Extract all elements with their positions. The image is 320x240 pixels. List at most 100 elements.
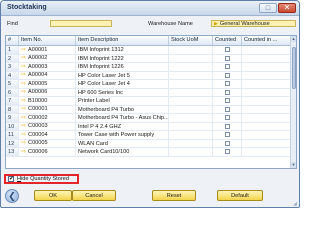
counted-cell bbox=[213, 63, 242, 71]
link-arrow-icon[interactable]: ⇨ bbox=[21, 97, 26, 105]
counted-checkbox[interactable] bbox=[224, 89, 230, 95]
link-arrow-icon[interactable]: ⇨ bbox=[21, 106, 26, 114]
ok-button[interactable]: OK bbox=[34, 190, 72, 201]
counted-checkbox[interactable] bbox=[224, 47, 230, 53]
row-number: 1 bbox=[6, 46, 19, 54]
stock-uom-cell[interactable] bbox=[169, 97, 213, 105]
counted-checkbox[interactable] bbox=[224, 81, 230, 87]
table-row[interactable]: 6 ⇨ A00006 HP 600 Series Inc bbox=[6, 88, 291, 97]
counted-in-cell[interactable] bbox=[242, 88, 291, 96]
table-row[interactable]: 10 ⇨ C00003 Intel P 4 2.4 GHZ bbox=[6, 122, 291, 131]
counted-checkbox[interactable] bbox=[224, 149, 230, 155]
stock-uom-cell[interactable] bbox=[169, 139, 213, 147]
table-row[interactable]: 13 ⇨ C00006 Network Card10/100 bbox=[6, 148, 291, 157]
item-description-cell: Network Card10/100 bbox=[76, 148, 169, 156]
close-button[interactable]: ✕ bbox=[278, 3, 296, 13]
link-arrow-icon[interactable]: ⇨ bbox=[21, 131, 26, 139]
counted-in-cell[interactable] bbox=[242, 148, 291, 156]
link-arrow-icon[interactable]: ⇨ bbox=[21, 63, 26, 71]
stock-uom-cell[interactable] bbox=[169, 80, 213, 88]
table-row[interactable]: 12 ⇨ C00005 WLAN Card bbox=[6, 139, 291, 148]
column-header-number[interactable]: # bbox=[6, 36, 19, 45]
stock-uom-cell[interactable] bbox=[169, 131, 213, 139]
column-header-stock-uom[interactable]: Stock UoM bbox=[169, 36, 213, 45]
stock-uom-cell[interactable] bbox=[169, 63, 213, 71]
stock-uom-cell[interactable] bbox=[169, 114, 213, 122]
table-row[interactable]: 7 ⇨ B10000 Printer Label bbox=[6, 97, 291, 106]
stock-uom-cell[interactable] bbox=[169, 105, 213, 113]
row-number: 4 bbox=[6, 71, 19, 79]
maximize-button[interactable]: □ bbox=[259, 3, 277, 13]
column-header-item-description[interactable]: Item Description bbox=[76, 36, 169, 45]
row-number: 5 bbox=[6, 80, 19, 88]
scrollbar-thumb[interactable] bbox=[291, 47, 296, 89]
checkbox-check-icon[interactable]: ✔ bbox=[8, 176, 14, 182]
table-row[interactable]: 3 ⇨ A00003 IBM Infoprint 1226 bbox=[6, 63, 291, 72]
column-header-item-no[interactable]: Item No. bbox=[19, 36, 76, 45]
link-arrow-icon[interactable]: ⇨ bbox=[21, 89, 26, 97]
counted-in-cell[interactable] bbox=[242, 97, 291, 105]
reset-button[interactable]: Reset bbox=[152, 190, 196, 201]
cancel-button[interactable]: Cancel bbox=[72, 190, 116, 201]
table-row[interactable]: 1 ⇨ A00001 IBM Infoprint 1312 bbox=[6, 46, 291, 55]
find-label: Find bbox=[7, 21, 18, 27]
counted-checkbox[interactable] bbox=[224, 55, 230, 61]
table-row[interactable]: 5 ⇨ A00005 HP Color Laser Jet 4 bbox=[6, 80, 291, 89]
link-arrow-icon[interactable]: ⇨ bbox=[21, 55, 26, 63]
counted-cell bbox=[213, 105, 242, 113]
counted-in-cell[interactable] bbox=[242, 71, 291, 79]
item-no-value: A00004 bbox=[28, 72, 48, 79]
stock-uom-cell[interactable] bbox=[169, 46, 213, 54]
counted-checkbox[interactable] bbox=[224, 106, 230, 112]
link-arrow-icon[interactable]: ⇨ bbox=[21, 148, 26, 156]
link-arrow-icon[interactable]: ⇨ bbox=[21, 72, 26, 80]
counted-in-cell[interactable] bbox=[242, 122, 291, 130]
counted-cell bbox=[213, 114, 242, 122]
counted-checkbox[interactable] bbox=[224, 72, 230, 78]
stock-uom-cell[interactable] bbox=[169, 148, 213, 156]
counted-in-cell[interactable] bbox=[242, 131, 291, 139]
counted-in-cell[interactable] bbox=[242, 46, 291, 54]
row-number: 9 bbox=[6, 114, 19, 122]
counted-checkbox[interactable] bbox=[224, 132, 230, 138]
link-arrow-icon[interactable]: ⇨ bbox=[21, 123, 26, 131]
column-header-counted[interactable]: Counted bbox=[213, 36, 242, 45]
counted-checkbox[interactable] bbox=[224, 140, 230, 146]
vertical-scrollbar[interactable]: ▲ ▼ bbox=[290, 36, 296, 168]
table-row[interactable]: 11 ⇨ C00004 Tower Case with Power supply bbox=[6, 131, 291, 140]
link-arrow-icon[interactable]: ⇨ bbox=[21, 46, 26, 54]
item-no-cell: ⇨ C00005 bbox=[19, 139, 76, 148]
table-row[interactable]: 8 ⇨ C00001 Motherboard P4 Turbo bbox=[6, 105, 291, 114]
stock-uom-cell[interactable] bbox=[169, 54, 213, 62]
link-arrow-icon[interactable]: ⇨ bbox=[21, 114, 26, 122]
counted-in-cell[interactable] bbox=[242, 105, 291, 113]
counted-checkbox[interactable] bbox=[224, 123, 230, 129]
counted-in-cell[interactable] bbox=[242, 114, 291, 122]
find-input[interactable] bbox=[50, 20, 112, 27]
item-description-cell: HP Color Laser Jet 4 bbox=[76, 80, 169, 88]
table-row[interactable]: 2 ⇨ A00002 IBM Infoprint 1222 bbox=[6, 54, 291, 63]
counted-checkbox[interactable] bbox=[224, 98, 230, 104]
back-arrow-icon[interactable]: ❮ bbox=[5, 189, 19, 203]
counted-in-cell[interactable] bbox=[242, 54, 291, 62]
counted-in-cell[interactable] bbox=[242, 139, 291, 147]
hide-quantity-stored-checkbox[interactable]: ✔ Hide Quantity Stored bbox=[4, 174, 79, 184]
counted-in-cell[interactable] bbox=[242, 80, 291, 88]
default-button[interactable]: Default bbox=[217, 190, 263, 201]
stock-uom-cell[interactable] bbox=[169, 71, 213, 79]
warehouse-link-icon[interactable]: ▶ bbox=[214, 21, 218, 27]
resize-grip-icon[interactable]: ◢ bbox=[293, 201, 297, 207]
counted-in-cell[interactable] bbox=[242, 63, 291, 71]
warehouse-field[interactable]: ▶ General Warehouse bbox=[211, 20, 296, 27]
scroll-down-icon[interactable]: ▼ bbox=[291, 162, 296, 168]
counted-checkbox[interactable] bbox=[224, 115, 230, 121]
scroll-up-icon[interactable]: ▲ bbox=[291, 36, 296, 42]
link-arrow-icon[interactable]: ⇨ bbox=[21, 80, 26, 88]
counted-checkbox[interactable] bbox=[224, 64, 230, 70]
table-row[interactable]: 4 ⇨ A00004 HP Color Laser Jet 5 bbox=[6, 71, 291, 80]
table-row[interactable]: 9 ⇨ C00002 Motherboard P4 Turbo - Asus Chip… bbox=[6, 114, 291, 123]
stock-uom-cell[interactable] bbox=[169, 122, 213, 130]
stock-uom-cell[interactable] bbox=[169, 88, 213, 96]
link-arrow-icon[interactable]: ⇨ bbox=[21, 140, 26, 148]
column-header-counted-in[interactable]: Counted in ... bbox=[242, 36, 291, 45]
